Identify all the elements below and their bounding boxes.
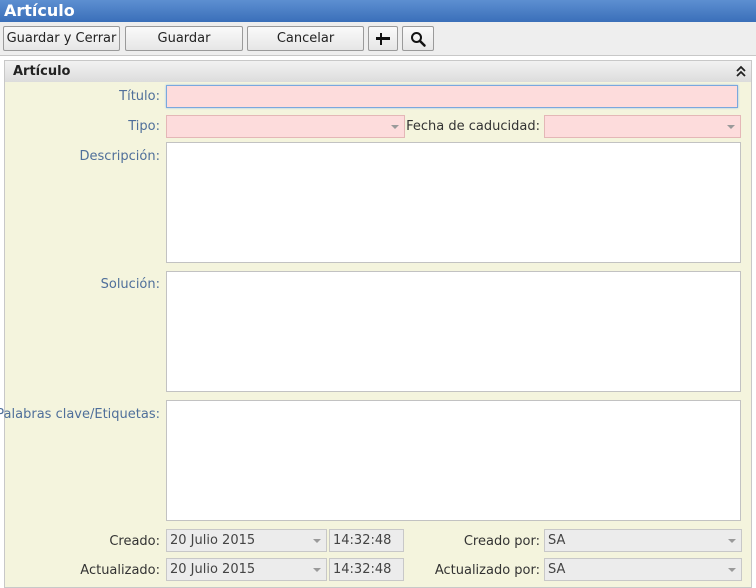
creado-por-select[interactable]: SA [544,529,742,552]
actualizado-label: Actualizado: [80,563,160,578]
window-title: Artículo [0,0,756,22]
toolbar: Guardar y Cerrar Guardar Cancelar [0,22,756,56]
actualizado-por-label: Actualizado por: [434,563,540,578]
chevron-down-icon [391,125,399,129]
save-and-close-button[interactable]: Guardar y Cerrar [3,26,120,51]
tipo-select[interactable] [166,115,405,138]
save-button[interactable]: Guardar [125,26,243,51]
chevron-down-icon [728,539,736,543]
descripcion-textarea[interactable] [166,142,741,263]
descripcion-label: Descripción: [79,149,160,164]
creado-por-label: Creado por: [463,534,540,549]
creado-por-value: SA [548,533,566,548]
actualizado-por-select[interactable]: SA [544,558,742,581]
fecha-caducidad-select[interactable] [544,115,741,138]
creado-label: Creado: [109,534,160,549]
chevron-down-icon [728,568,736,572]
creado-time-value: 14:32:48 [333,533,392,548]
search-icon [411,31,426,47]
panel-header: Artículo [4,60,752,82]
creado-time-field[interactable]: 14:32:48 [329,529,404,552]
palabras-clave-label: Palabras clave/Etiquetas: [0,407,160,422]
creado-date-field[interactable]: 20 Julio 2015 [166,529,327,552]
chevron-down-icon [313,568,321,572]
solucion-label: Solución: [100,277,160,292]
fecha-caducidad-label: Fecha de caducidad: [406,119,540,134]
palabras-clave-textarea[interactable] [166,400,741,521]
actualizado-date-value: 20 Julio 2015 [170,562,256,577]
titulo-label: Título: [119,89,160,104]
pin-icon [376,32,390,45]
tipo-label: Tipo: [128,119,160,134]
article-form: Título: Tipo: Fecha de caducidad: Descri… [0,82,752,588]
creado-date-value: 20 Julio 2015 [170,533,256,548]
chevron-down-icon [313,539,321,543]
chevron-down-icon [727,125,735,129]
actualizado-date-field[interactable]: 20 Julio 2015 [166,558,327,581]
double-chevron-up-icon [736,65,746,77]
actualizado-por-value: SA [548,562,566,577]
search-button[interactable] [402,26,434,51]
actualizado-time-value: 14:32:48 [333,562,392,577]
actualizado-time-field[interactable]: 14:32:48 [329,558,404,581]
titulo-input[interactable] [166,85,738,108]
panel-title: Artículo [13,64,71,79]
pin-button[interactable] [368,26,398,51]
cancel-button[interactable]: Cancelar [247,26,364,51]
solucion-textarea[interactable] [166,271,741,392]
